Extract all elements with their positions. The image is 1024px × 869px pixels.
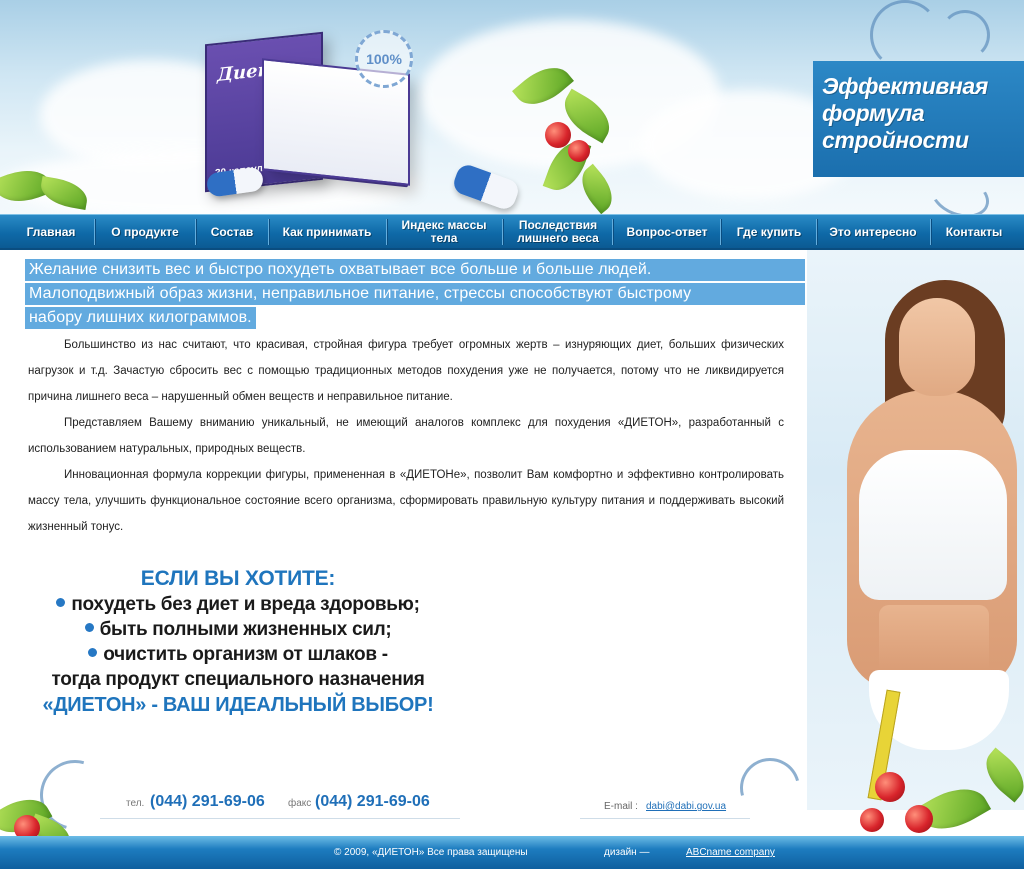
promo-block: ЕСЛИ ВЫ ХОТИТЕ: похудеть без диет и вред… <box>28 566 448 718</box>
nav-divider <box>930 219 931 245</box>
promo-item: похудеть без диет и вреда здоровью; <box>28 592 448 617</box>
lead-line: Малоподвижный образ жизни, неправильное … <box>25 283 805 305</box>
contact-divider <box>580 818 750 819</box>
nav-divider <box>268 219 269 245</box>
promo-closing: «ДИЕТОН» - ВАШ ИДЕАЛЬНЫЙ ВЫБОР! <box>42 694 434 716</box>
model-tank-top <box>859 450 1007 600</box>
berry-icon <box>568 140 590 162</box>
tel-number: (044) 291-69-06 <box>150 793 265 810</box>
nav-divider <box>94 219 95 245</box>
promo-item-text: похудеть без диет и вреда здоровью; <box>71 594 420 615</box>
lead-line: набору лишних килограммов. <box>25 307 256 329</box>
fax-label: факс <box>288 798 312 809</box>
bullet-dot-icon <box>56 598 66 607</box>
nav-item-composition[interactable]: Состав <box>197 215 267 249</box>
nav-divider <box>502 219 503 245</box>
nav-item-home[interactable]: Главная <box>10 215 92 249</box>
promo-item: очистить организм от шлаков - <box>28 642 448 667</box>
promo-heading: ЕСЛИ ВЫ ХОТИТЕ: <box>140 567 336 590</box>
nav-divider <box>386 219 387 245</box>
nav-item-consequences[interactable]: Последствия лишнего веса <box>504 215 612 249</box>
promo-item: быть полными жизненных сил; <box>28 617 448 642</box>
berry-icon <box>860 808 884 832</box>
promo-line-after: тогда продукт специального назначения <box>51 669 425 690</box>
design-label: дизайн — <box>604 847 650 858</box>
model-face <box>899 298 975 396</box>
nav-item-faq[interactable]: Вопрос-ответ <box>614 215 720 249</box>
model-photo <box>807 250 1024 810</box>
swirl-ornament-icon <box>870 0 940 70</box>
lead-line: Желание снизить вес и быстро похудеть ох… <box>25 259 805 281</box>
nav-item-usage[interactable]: Как принимать <box>270 215 384 249</box>
main-navigation: Главная О продукте Состав Как принимать … <box>0 214 1024 250</box>
tel-label: тел. <box>126 798 145 809</box>
lead-highlight: Желание снизить вес и быстро похудеть ох… <box>25 259 805 331</box>
article-paragraph: Представляем Вашему вниманию уникальный,… <box>28 417 784 455</box>
berry-icon <box>545 122 571 148</box>
footer-bar: © 2009, «ДИЕТОН» Все права защищены диза… <box>0 836 1024 869</box>
slogan-line: Эффективная <box>822 73 988 99</box>
nav-item-about[interactable]: О продукте <box>96 215 194 249</box>
nav-divider <box>195 219 196 245</box>
berry-icon <box>905 805 933 833</box>
capsule-icon <box>450 161 522 213</box>
slogan-box: Эффективная формула стройности <box>813 61 1024 177</box>
natural-seal-icon: 100% <box>355 30 413 88</box>
nav-item-where-to-buy[interactable]: Где купить <box>722 215 816 249</box>
swirl-ornament-icon <box>729 747 811 829</box>
nav-item-interesting[interactable]: Это интересно <box>818 215 928 249</box>
promo-item-text: очистить организм от шлаков - <box>103 644 388 665</box>
email-link[interactable]: dabi@dabi.gov.ua <box>646 801 726 812</box>
article-paragraph: Большинство из нас считают, что красивая… <box>28 339 784 403</box>
nav-item-contacts[interactable]: Контакты <box>932 215 1016 249</box>
slogan-line: формула <box>822 100 925 126</box>
seal-text: 100% <box>366 51 402 67</box>
model-waist <box>879 605 989 675</box>
article-body: Большинство из нас считают, что красивая… <box>28 332 784 540</box>
fax-number: (044) 291-69-06 <box>315 793 430 810</box>
contact-divider <box>100 818 460 819</box>
bullet-dot-icon <box>84 623 94 632</box>
bullet-dot-icon <box>88 648 98 657</box>
nav-divider <box>612 219 613 245</box>
nav-divider <box>720 219 721 245</box>
promo-item-text: быть полными жизненных сил; <box>99 619 392 640</box>
nav-item-bmi[interactable]: Индекс массы тела <box>388 215 500 249</box>
slogan-line: стройности <box>822 127 969 153</box>
berry-icon <box>875 772 905 802</box>
header-banner: Диетон 30 капсул 100% Эффективная формул… <box>0 0 1024 214</box>
nav-divider <box>816 219 817 245</box>
article-paragraph: Инновационная формула коррекции фигуры, … <box>28 469 784 533</box>
copyright-text: © 2009, «ДИЕТОН» Все права защищены <box>334 847 528 858</box>
swirl-ornament-icon <box>940 10 990 60</box>
email-label: E-mail : <box>604 801 638 812</box>
design-credit-link[interactable]: ABCname company <box>686 847 775 858</box>
